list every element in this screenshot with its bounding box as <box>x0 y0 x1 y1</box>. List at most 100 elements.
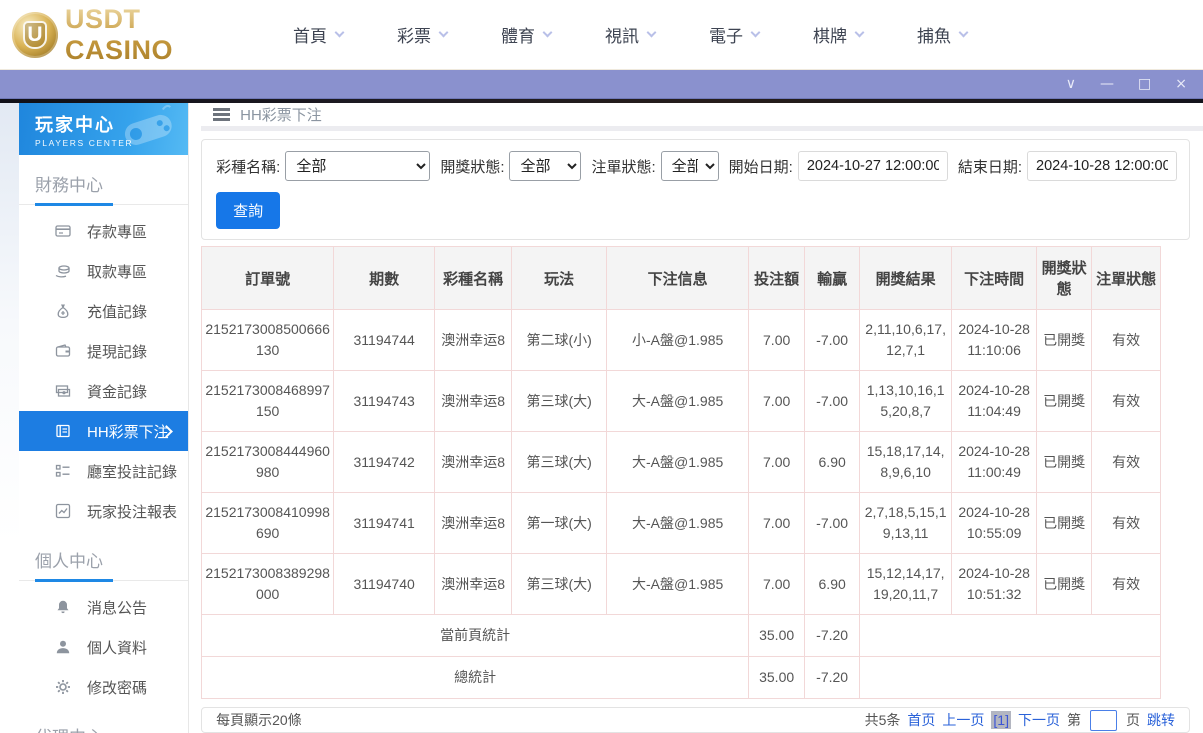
table-cell: 第一球(大) <box>512 493 607 554</box>
logo-letter: U <box>23 21 47 49</box>
table-cell: 6.90 <box>805 432 860 493</box>
table-cell: -7.00 <box>805 310 860 371</box>
start-date-input[interactable] <box>798 151 948 181</box>
table-cell: 31194743 <box>334 371 435 432</box>
top-navbar: U USDT CASINO 首頁 彩票 體育視訊電子 棋牌 捕魚 <box>0 0 1203 70</box>
moneybag-icon <box>55 303 71 319</box>
nav-item-5[interactable]: 棋牌 <box>786 22 890 47</box>
column-header: 下注時間 <box>952 247 1037 310</box>
table-cell: 2024-10-28 10:55:09 <box>952 493 1037 554</box>
pagination-bar: 每頁顯示20條 共5条 首页 上一页 [1] 下一页 第 页 跳转 <box>201 707 1190 733</box>
table-cell: 澳洲幸运8 <box>435 310 512 371</box>
table-cell: 7.00 <box>749 310 805 371</box>
summary-label: 總統計 <box>202 657 749 699</box>
sidebar-item[interactable]: 取款專區 <box>19 251 188 291</box>
nav-item-label: 首頁 <box>293 22 327 47</box>
sidebar-item[interactable]: 玩家投注報表 <box>19 491 188 531</box>
window-minimize-icon[interactable]: — <box>1100 77 1114 91</box>
table-cell: 1,13,10,16,15,20,8,7 <box>860 371 952 432</box>
summary-empty-cell <box>860 657 1161 699</box>
sidebar-item-label: 廳室投註記錄 <box>87 461 177 482</box>
sidebar-item-label: 消息公告 <box>87 597 147 618</box>
table-cell: 15,12,14,17,19,20,11,7 <box>860 554 952 615</box>
lottery-select[interactable]: 全部 <box>285 151 430 181</box>
summary-winloss-total: -7.20 <box>805 615 860 657</box>
prev-page-link[interactable]: 上一页 <box>942 710 984 730</box>
sidebar-item-label: HH彩票下注 <box>87 421 169 442</box>
breadcrumb: HH彩票下注 <box>189 103 1203 126</box>
nav-item-2[interactable]: 體育 <box>474 22 578 47</box>
sidebar: 玩家中心 PLAYERS CENTER 財務中心存款專區取款專區充值記錄提現記錄… <box>19 103 189 733</box>
summary-label: 當前頁統計 <box>202 615 749 657</box>
table-cell: 澳洲幸运8 <box>435 554 512 615</box>
table-cell: 7.00 <box>749 371 805 432</box>
section-heading-1: 個人中心 <box>19 531 188 581</box>
table-cell: 有效 <box>1092 310 1161 371</box>
table-cell: 31194740 <box>334 554 435 615</box>
menu-icon[interactable] <box>213 106 230 124</box>
table-row: 215217300838929800031194740澳洲幸运8第三球(大)大-… <box>202 554 1161 615</box>
sidebar-item[interactable]: 個人資料 <box>19 627 188 667</box>
chevron-down-icon <box>543 28 553 38</box>
table-cell: 已開獎 <box>1037 554 1092 615</box>
chevron-down-icon <box>647 28 657 38</box>
end-date-input[interactable] <box>1027 151 1177 181</box>
sidebar-item-label: 存款專區 <box>87 221 147 242</box>
funds-icon <box>55 383 71 399</box>
window-collapse-icon[interactable]: ∨ <box>1066 77 1076 91</box>
total-count: 共5条 <box>865 710 901 730</box>
table-cell: 澳洲幸运8 <box>435 432 512 493</box>
window-close-icon[interactable]: × <box>1175 77 1187 91</box>
chevron-down-icon <box>751 28 761 38</box>
summary-row: 當前頁統計35.00-7.20 <box>202 615 1161 657</box>
sidebar-item[interactable]: 廳室投註記錄 <box>19 451 188 491</box>
table-cell: 2152173008468997150 <box>202 371 334 432</box>
sidebar-item[interactable]: 消息公告 <box>19 587 188 627</box>
table-cell: 已開獎 <box>1037 493 1092 554</box>
sidebar-item[interactable]: 存款專區 <box>19 211 188 251</box>
table-cell: 2024-10-28 11:04:49 <box>952 371 1037 432</box>
nav-item-label: 彩票 <box>397 22 431 47</box>
table-cell: 2152173008444960980 <box>202 432 334 493</box>
table-cell: 澳洲幸运8 <box>435 371 512 432</box>
sidebar-item[interactable]: 資金記錄 <box>19 371 188 411</box>
window-titlebar: ∨ — □ × <box>0 70 1203 99</box>
summary-empty-cell <box>860 615 1161 657</box>
nav-item-6[interactable]: 捕魚 <box>890 22 994 47</box>
column-header: 玩法 <box>512 247 607 310</box>
table-cell: -7.00 <box>805 493 860 554</box>
order-status-select[interactable]: 全部 <box>661 151 719 181</box>
order-status-label: 注單狀態: <box>591 156 655 177</box>
next-page-link[interactable]: 下一页 <box>1018 710 1060 730</box>
table-cell: 已開獎 <box>1037 371 1092 432</box>
bell-icon <box>55 599 71 615</box>
table-cell: 7.00 <box>749 432 805 493</box>
table-cell: 31194744 <box>334 310 435 371</box>
table-cell: 15,18,17,14,8,9,6,10 <box>860 432 952 493</box>
nav-item-3[interactable]: 視訊 <box>578 22 682 47</box>
table-cell: 大-A盤@1.985 <box>607 371 749 432</box>
search-button[interactable]: 查詢 <box>216 192 280 229</box>
nav-item-4[interactable]: 電子 <box>682 22 786 47</box>
sidebar-item[interactable]: 提現記錄 <box>19 331 188 371</box>
sidebar-item[interactable]: HH彩票下注 <box>19 411 188 451</box>
table-cell: 7.00 <box>749 493 805 554</box>
page-size-text: 每頁顯示20條 <box>216 710 302 730</box>
first-page-link[interactable]: 首页 <box>907 710 935 730</box>
summary-row: 總統計35.00-7.20 <box>202 657 1161 699</box>
nav-item-1[interactable]: 彩票 <box>370 22 474 47</box>
page-jump-input[interactable] <box>1090 710 1117 731</box>
site-logo[interactable]: U USDT CASINO <box>12 4 244 66</box>
window-maximize-icon[interactable]: □ <box>1138 77 1151 91</box>
column-header: 訂單號 <box>202 247 334 310</box>
sidebar-item[interactable]: 充值記錄 <box>19 291 188 331</box>
sidebar-item[interactable]: 修改密碼 <box>19 667 188 707</box>
user-icon <box>55 639 71 655</box>
sidebar-item-label: 個人資料 <box>87 637 147 658</box>
table-cell: 澳洲幸运8 <box>435 493 512 554</box>
table-header-row: 訂單號期數彩種名稱玩法下注信息投注額輸贏開獎結果下注時間開獎狀態注單狀態 <box>202 247 1161 310</box>
nav-item-label: 棋牌 <box>813 22 847 47</box>
draw-status-select[interactable]: 全部 <box>509 151 581 181</box>
jump-button[interactable]: 跳转 <box>1147 710 1175 730</box>
nav-item-0[interactable]: 首頁 <box>266 22 370 47</box>
